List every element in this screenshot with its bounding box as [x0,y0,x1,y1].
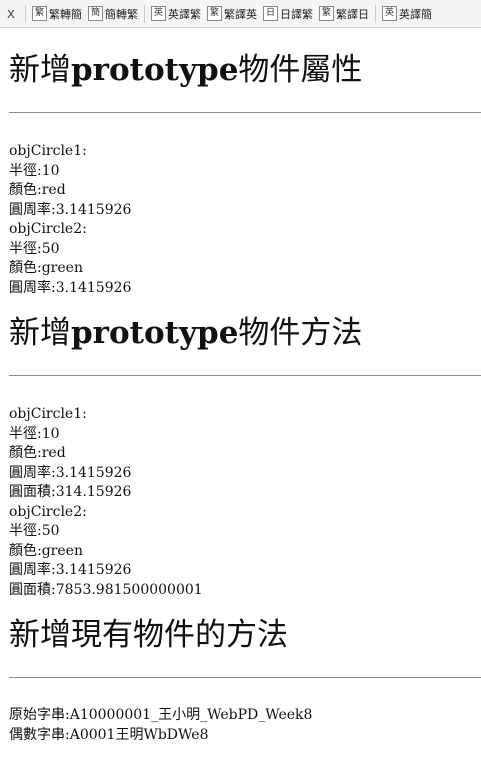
close-icon[interactable]: x [0,6,22,22]
output-block-properties: objCircle1: 半徑:10 顏色:red 圓周率:3.1415926 o… [9,142,481,298]
simp-to-trad-button[interactable]: 簡 簡轉繁 [85,6,141,22]
heading-prefix: 新增現有物件的方法 [9,617,288,653]
heading-prefix: 新增 [9,52,71,88]
output-block-string: 原始字串:A10000001_王小明_WebPD_Week8 偶數字串:A000… [9,706,481,745]
section-divider [9,112,481,113]
japanese-char-icon: 日 [263,6,278,21]
output-line: objCircle1: [9,406,87,422]
original-string-line: 原始字串:A10000001_王小明_WebPD_Week8 [9,707,313,723]
heading-keyword: prototype [71,315,239,351]
output-line: 圓面積:314.15926 [9,484,132,500]
trad-char-icon: 繁 [207,6,222,21]
button-label: 英譯簡 [399,7,432,21]
section-heading-prototype-properties: 新增prototype物件屬性 [9,52,481,88]
output-line: objCircle2: [9,503,87,520]
even-string-line: 偶數字串:A0001王明WbDWe8 [9,726,209,743]
japanese-to-trad-button[interactable]: 日 日譯繁 [260,6,316,22]
output-line: 半徑:10 [9,162,60,179]
heading-suffix: 物件方法 [238,315,363,351]
output-line: 圓周率:3.1415926 [9,562,132,578]
translation-toolbar: x 繁 繁轉簡 簡 簡轉繁 英 英譯繁 繁 繁譯英 日 日譯繁 繁 繁譯日 英 … [0,0,481,28]
button-label: 英譯繁 [168,7,201,21]
output-line: objCircle1: [9,143,87,159]
output-line: 半徑:50 [9,523,60,539]
heading-prefix: 新增 [9,315,71,351]
trad-char-icon: 繁 [32,6,47,21]
output-line: objCircle2: [9,221,87,237]
button-label: 繁轉簡 [49,7,82,21]
output-line: 圓面積:7853.981500000001 [9,581,203,598]
output-line: 顏色:red [9,445,66,461]
trad-to-simp-button[interactable]: 繁 繁轉簡 [29,6,85,22]
output-block-methods: objCircle1: 半徑:10 顏色:red 圓周率:3.1415926 圓… [9,405,481,600]
button-label: 繁譯日 [336,7,369,21]
button-label: 繁譯英 [224,7,257,21]
trad-char-icon: 繁 [319,6,334,21]
trad-to-english-button[interactable]: 繁 繁譯英 [204,6,260,22]
section-divider [9,375,481,376]
english-to-trad-button[interactable]: 英 英譯繁 [148,6,204,22]
simp-char-icon: 簡 [88,6,103,21]
section-heading-existing-object-methods: 新增現有物件的方法 [9,617,481,653]
output-line: 半徑:10 [9,425,60,442]
output-line: 顏色:red [9,182,66,198]
toolbar-divider [144,4,145,23]
heading-suffix: 物件屬性 [238,52,363,88]
trad-to-japanese-button[interactable]: 繁 繁譯日 [316,6,372,22]
output-line: 圓周率:3.1415926 [9,201,132,218]
toolbar-divider [375,4,376,23]
section-heading-prototype-methods: 新增prototype物件方法 [9,315,481,351]
english-to-simp-button[interactable]: 英 英譯簡 [379,6,435,22]
output-line: 半徑:50 [9,240,60,257]
toolbar-divider [25,4,26,23]
output-line: 顏色:green [9,542,83,559]
button-label: 日譯繁 [280,7,313,21]
output-line: 圓周率:3.1415926 [9,464,132,481]
button-label: 簡轉繁 [105,7,138,21]
section-divider [9,677,481,678]
english-char-icon: 英 [151,6,166,21]
output-line: 圓周率:3.1415926 [9,279,132,296]
english-char-icon: 英 [382,6,397,21]
heading-keyword: prototype [71,52,239,88]
output-line: 顏色:green [9,260,83,276]
page-content: 新增prototype物件屬性 objCircle1: 半徑:10 顏色:red… [9,28,481,745]
